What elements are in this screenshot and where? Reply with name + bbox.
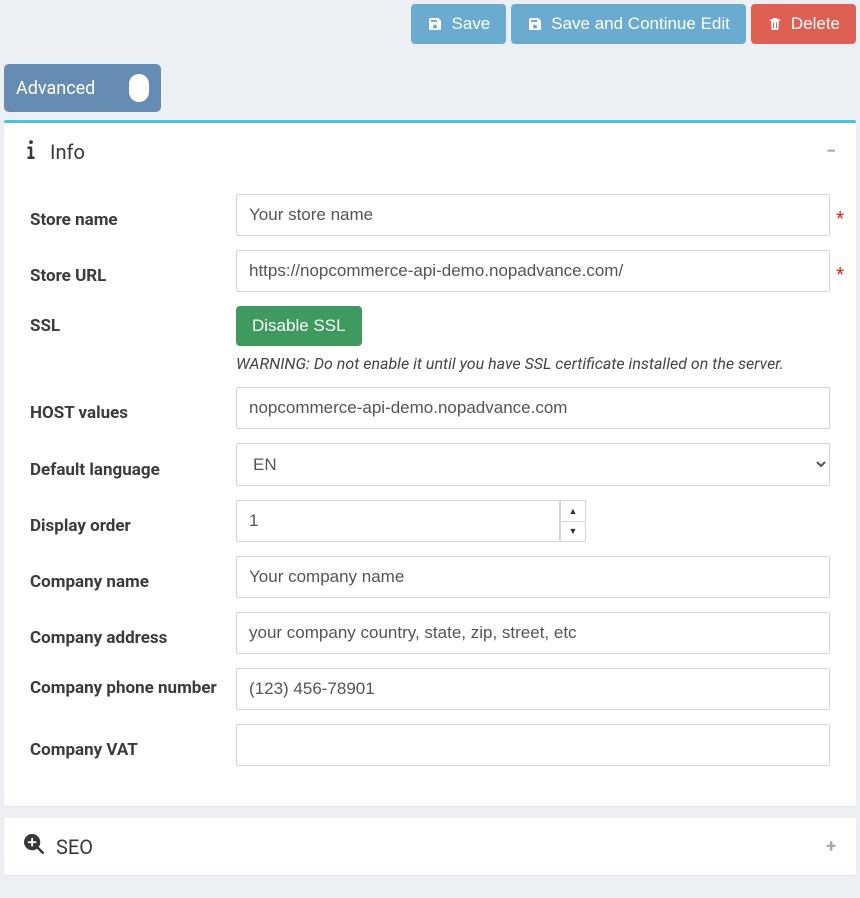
delete-button[interactable]: Delete	[751, 4, 856, 44]
store-name-input[interactable]	[236, 194, 830, 236]
info-panel: Info − Store name * Store URL * SSL Disa…	[4, 120, 856, 806]
search-plus-icon	[24, 834, 44, 859]
ssl-warning: WARNING: Do not enable it until you have…	[236, 354, 830, 373]
save-button[interactable]: Save	[411, 4, 506, 44]
seo-panel: SEO +	[4, 818, 856, 875]
store-url-label: Store URL	[30, 256, 222, 286]
action-toolbar: Save Save and Continue Edit Delete	[0, 0, 860, 64]
company-address-input[interactable]	[236, 612, 830, 654]
spinner-up-button[interactable]: ▲	[561, 501, 585, 522]
host-values-input[interactable]	[236, 387, 830, 429]
advanced-label: Advanced	[16, 78, 95, 99]
minus-icon: −	[826, 141, 836, 162]
seo-panel-title: SEO	[56, 835, 93, 859]
save-icon	[427, 16, 443, 32]
required-icon: *	[836, 264, 844, 285]
default-language-label: Default language	[30, 450, 222, 480]
delete-label: Delete	[791, 14, 840, 34]
required-icon: *	[836, 208, 844, 229]
display-order-input[interactable]	[236, 500, 560, 542]
default-language-select[interactable]: EN	[236, 443, 830, 486]
store-url-input[interactable]	[236, 250, 830, 292]
company-name-label: Company name	[30, 562, 222, 592]
seo-panel-header[interactable]: SEO +	[4, 818, 856, 875]
company-address-label: Company address	[30, 618, 222, 648]
host-values-label: HOST values	[30, 393, 222, 423]
info-icon	[24, 139, 38, 164]
company-phone-input[interactable]	[236, 668, 830, 710]
toggle-switch-icon	[129, 74, 149, 102]
company-phone-label: Company phone number	[30, 668, 222, 698]
display-order-label: Display order	[30, 506, 222, 536]
ssl-label: SSL	[30, 306, 222, 336]
save-continue-label: Save and Continue Edit	[551, 14, 730, 34]
company-vat-input[interactable]	[236, 724, 830, 766]
info-panel-header[interactable]: Info −	[4, 123, 856, 180]
trash-icon	[767, 16, 783, 32]
company-vat-label: Company VAT	[30, 730, 222, 760]
plus-icon: +	[826, 836, 836, 857]
save-icon	[527, 16, 543, 32]
company-name-input[interactable]	[236, 556, 830, 598]
info-panel-title: Info	[50, 140, 85, 164]
save-continue-button[interactable]: Save and Continue Edit	[511, 4, 746, 44]
disable-ssl-button[interactable]: Disable SSL	[236, 306, 362, 346]
save-label: Save	[451, 14, 490, 34]
store-name-label: Store name	[30, 200, 222, 230]
spinner-down-button[interactable]: ▼	[561, 522, 585, 542]
advanced-toggle[interactable]: Advanced	[4, 64, 161, 112]
info-panel-body: Store name * Store URL * SSL Disable SSL…	[4, 180, 856, 806]
